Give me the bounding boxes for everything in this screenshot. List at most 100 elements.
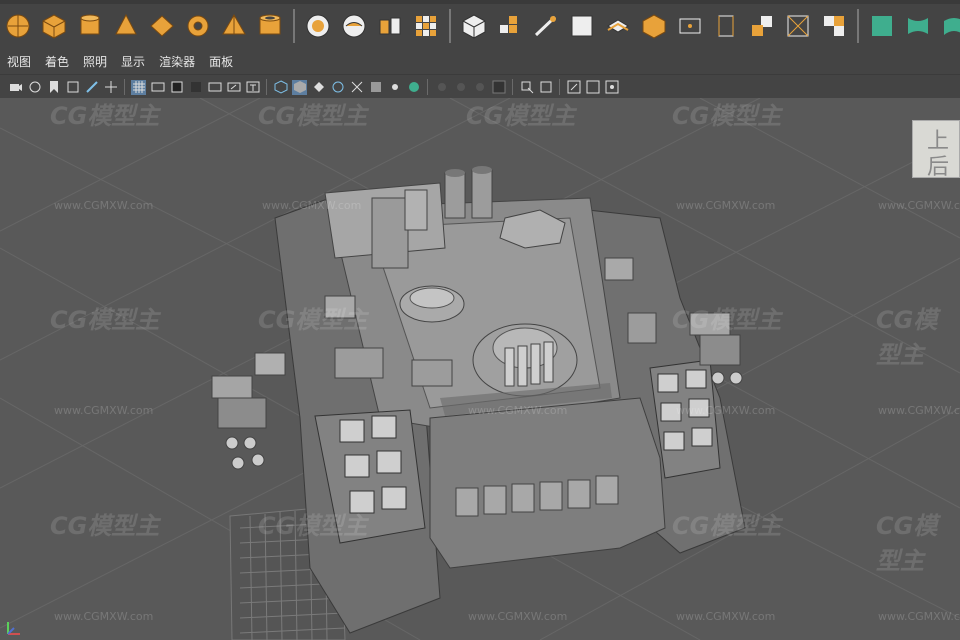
viewport-scene (0, 98, 960, 640)
screen-space-ao-icon[interactable] (434, 80, 449, 95)
watermark-logo: CG模型主 (258, 102, 368, 130)
combine-icon[interactable] (304, 12, 332, 40)
watermark-url: www.CGMXW.com (878, 404, 960, 417)
lattice-icon[interactable] (820, 12, 848, 40)
xray-joints-icon[interactable] (538, 80, 553, 95)
watermark-logo: CG模型主 (50, 306, 160, 334)
watermark-url: www.CGMXW.com (54, 404, 154, 417)
watermark-logo: CG模型主 (50, 102, 160, 130)
watermark-logo: CG模型主 (466, 102, 576, 130)
resolution-gate-icon[interactable] (169, 80, 184, 95)
view-cube[interactable]: 上 后 (912, 120, 960, 180)
cube-icon[interactable] (40, 12, 68, 40)
grease-pencil-icon[interactable] (84, 80, 99, 95)
shelf-tab-strip (0, 0, 960, 4)
gamma-icon[interactable] (585, 80, 600, 95)
bounding-box-icon[interactable] (784, 12, 812, 40)
color-management-icon[interactable] (604, 80, 619, 95)
camera-select-icon[interactable] (8, 80, 23, 95)
menu-lighting[interactable]: 照明 (76, 50, 114, 74)
depth-of-field-icon[interactable] (491, 80, 506, 95)
shadows-icon[interactable] (406, 80, 421, 95)
watermark-url: www.CGMXW.com (676, 404, 776, 417)
wireframe-on-shaded-icon[interactable] (330, 80, 345, 95)
axis-gizmo (7, 622, 20, 635)
shelf-icons (0, 7, 960, 45)
multi-cut-icon[interactable] (604, 12, 632, 40)
cylinder-icon[interactable] (76, 12, 104, 40)
extract-icon[interactable] (376, 12, 404, 40)
wireframe-icon[interactable] (273, 80, 288, 95)
motion-blur-icon[interactable] (453, 80, 468, 95)
watermark-url: www.CGMXW.com (878, 199, 960, 212)
shelf-separator (857, 9, 859, 43)
cone-icon[interactable] (112, 12, 140, 40)
smooth-shade-icon[interactable] (292, 79, 307, 95)
uv-cylindrical-icon[interactable] (904, 12, 932, 40)
pipe-icon[interactable] (256, 12, 284, 40)
panel-menu-bar: 视图 着色 照明 显示 渲染器 面板 (0, 50, 960, 74)
watermark-logo: CG模型主 (258, 306, 368, 334)
two-d-pan-icon[interactable] (103, 80, 118, 95)
history-icon[interactable] (748, 12, 776, 40)
shelf-separator (293, 9, 295, 43)
uv-spherical-icon[interactable] (940, 12, 960, 40)
watermark-url: www.CGMXW.com (262, 199, 362, 212)
left-weapon-cluster (211, 352, 286, 470)
uv-planar-icon[interactable] (868, 12, 896, 40)
field-chart-icon[interactable] (207, 80, 222, 95)
freeze-icon[interactable] (712, 12, 740, 40)
bridge-icon[interactable] (532, 12, 560, 40)
watermark-logo: CG模型主 (672, 512, 782, 540)
menu-view[interactable]: 视图 (0, 50, 38, 74)
menu-shading[interactable]: 着色 (38, 50, 76, 74)
watermark-logo: CG模型主 (672, 306, 782, 334)
toolbar-separator (427, 79, 428, 95)
plane-icon[interactable] (148, 12, 176, 40)
image-plane-icon[interactable] (65, 80, 80, 95)
use-default-material-icon[interactable] (311, 80, 326, 95)
use-all-lights-icon[interactable] (387, 80, 402, 95)
watermark-url: www.CGMXW.com (878, 610, 960, 623)
watermark-logo: CG模型主 (50, 512, 160, 540)
watermark-url: www.CGMXW.com (468, 404, 568, 417)
viewport-3d[interactable]: CG模型主 CG模型主 CG模型主 CG模型主 www.CGMXW.com ww… (0, 98, 960, 640)
isolate-select-icon[interactable] (519, 80, 534, 95)
anti-aliasing-icon[interactable] (472, 80, 487, 95)
menu-panels[interactable]: 面板 (202, 50, 240, 74)
target-weld-icon[interactable] (640, 12, 668, 40)
toolbar-separator (266, 79, 267, 95)
textured-icon[interactable] (368, 80, 383, 95)
torus-icon[interactable] (184, 12, 212, 40)
view-cube-face-label: 后 (927, 155, 950, 180)
mirror-icon[interactable] (460, 12, 488, 40)
shelf-toolbar (0, 0, 960, 50)
bookmark-icon[interactable] (46, 80, 61, 95)
shelf-separator (449, 9, 451, 43)
watermark-url: www.CGMXW.com (54, 610, 154, 623)
sphere-icon[interactable] (4, 12, 32, 40)
watermark-url: www.CGMXW.com (468, 610, 568, 623)
panel-toolbar (0, 74, 960, 99)
menu-renderer[interactable]: 渲染器 (152, 50, 202, 74)
toolbar-separator (559, 79, 560, 95)
center-pivot-icon[interactable] (676, 12, 704, 40)
toolbar-separator (124, 79, 125, 95)
watermark-logo: CG模型主 (258, 512, 368, 540)
smooth-icon[interactable] (412, 12, 440, 40)
film-gate-icon[interactable] (150, 80, 165, 95)
menu-show[interactable]: 显示 (114, 50, 152, 74)
gate-mask-icon[interactable] (188, 80, 203, 95)
grid-toggle-icon[interactable] (131, 79, 146, 95)
bevel-icon[interactable] (496, 12, 524, 40)
xray-icon[interactable] (349, 80, 364, 95)
safe-title-icon[interactable] (245, 80, 260, 95)
fill-hole-icon[interactable] (568, 12, 596, 40)
separate-icon[interactable] (340, 12, 368, 40)
camera-attributes-icon[interactable] (27, 80, 42, 95)
watermark-logo: CG模型主 (672, 102, 782, 130)
exposure-icon[interactable] (566, 80, 581, 95)
safe-action-icon[interactable] (226, 80, 241, 95)
pyramid-icon[interactable] (220, 12, 248, 40)
watermark-url: www.CGMXW.com (676, 610, 776, 623)
